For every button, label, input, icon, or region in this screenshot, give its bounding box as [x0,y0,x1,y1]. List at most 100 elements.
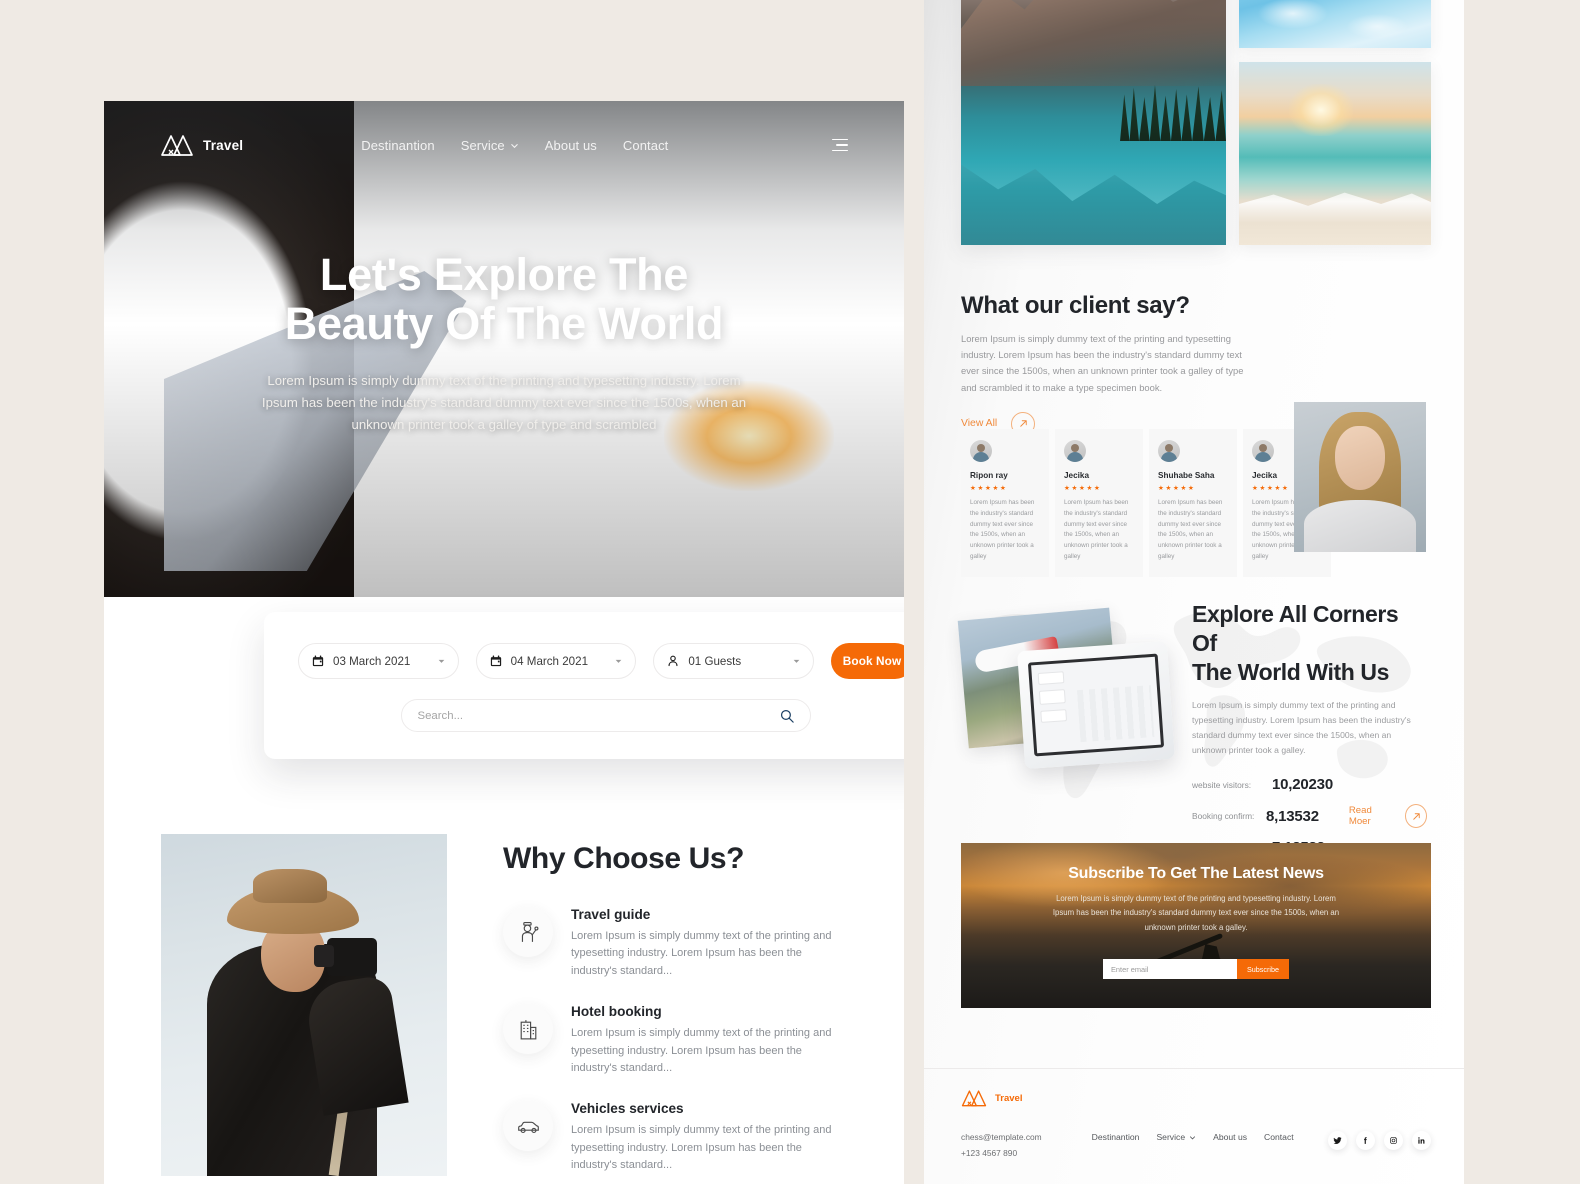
brand-logo[interactable]: Travel [160,132,243,158]
nav-item-service[interactable]: Service [461,138,519,153]
mountain-lake-photo[interactable] [961,0,1226,245]
explore-section: Explore All Corners Of The World With Us… [924,600,1464,867]
nav-item-label: Service [460,137,505,153]
footer-brand-name: Travel [995,1092,1023,1104]
search-input[interactable] [417,709,780,722]
top-visited-section: Top Visited Destination [104,1176,904,1184]
hotel-building-icon [503,1004,553,1055]
stat-label: Booking confirm: [1192,811,1255,822]
testimonial-text: Lorem Ipsum has been the industry's stan… [970,499,1035,561]
testimonial-card[interactable]: Shuhabe Saha ★★★★★ Lorem Ipsum has been … [1149,429,1237,577]
read-more-arrow-button[interactable] [1405,804,1427,829]
testimonial-card[interactable]: Jecika ★★★★★ Lorem Ipsum has been the in… [1055,429,1143,577]
subscribe-button[interactable]: Subscribe [1237,959,1289,980]
tablet-dashboard-mockup [1017,640,1175,770]
footer-link-service[interactable]: Service [1156,1132,1196,1142]
book-now-button[interactable]: Book Now [831,643,904,679]
testimonials-text: Lorem Ipsum is simply dummy text of the … [961,333,1244,393]
footer-link-about[interactable]: About us [1213,1132,1247,1142]
photographer-photo [161,834,447,1176]
nav-item-label: Destinantion [361,137,435,153]
client-portrait-photo [1294,402,1426,552]
avatar [1064,440,1086,462]
nav-item-label: About us [544,137,597,153]
stat-row-booking-confirm: Booking confirm: 8,13532 Read Moer [1192,804,1427,829]
chevron-down-icon [616,659,622,663]
nav-item-about[interactable]: About us [545,138,597,153]
camera-icon [314,938,377,976]
checkout-date-select[interactable]: 04 March 2021 [475,643,637,679]
subscribe-banner: Subscribe To Get The Latest News Lorem I… [961,843,1431,1008]
nav-links: Destinantion Service About us Contact [361,138,668,153]
hamburger-menu-icon[interactable] [832,138,848,152]
stat-label: website visitors: [1192,779,1252,790]
footer-link-contact[interactable]: Contact [1264,1132,1294,1142]
feature-title: Hotel booking [571,1004,662,1020]
stat-value: 8,13532 [1266,807,1319,825]
footer-brand-logo[interactable]: Travel [961,1088,1431,1108]
page-title: Let's Explore The Beauty Of The World [164,249,844,348]
footer-row: chess@template.com +123 4567 890 Destina… [961,1130,1431,1161]
why-choose-us-section: Why Choose Us? Travel guide Lorem Ipsum … [104,834,904,1176]
feature-item-hotel-booking: Hotel booking Lorem Ipsum is simply dumm… [503,1004,848,1077]
explore-visual [957,600,1186,780]
rating-stars: ★★★★★ [1064,485,1102,492]
nav-item-label: Contact [622,137,669,153]
instagram-icon[interactable] [1384,1131,1403,1150]
main-navbar: Travel Destinantion Service About us Con… [104,101,904,189]
footer-link-label: Destinantion [1091,1132,1140,1142]
footer-email[interactable]: chess@template.com [961,1130,1042,1146]
hero-title-line1: Let's Explore The [319,249,689,300]
explore-content: Explore All Corners Of The World With Us… [1186,600,1427,867]
chevron-down-icon [438,659,445,663]
rating-stars: ★★★★★ [1158,485,1196,492]
read-more-group: Read Moer [1349,804,1427,829]
portrait-face [1335,426,1385,490]
tablet-screen [1027,653,1165,757]
guests-value: 01 Guests [688,654,742,668]
testimonials-title: What our client say? [961,292,1190,319]
left-page-mockup: Travel Destinantion Service About us Con… [104,101,904,1184]
view-all-link[interactable]: View All [961,418,997,429]
testimonial-card[interactable]: Ripon ray ★★★★★ Lorem Ipsum has been the… [961,429,1049,577]
hero-copy: Let's Explore The Beauty Of The World Lo… [104,249,904,436]
guests-select[interactable]: 01 Guests [653,643,815,679]
glacier-ice-photo[interactable] [1239,0,1431,48]
booking-search-card: 03 March 2021 04 March 2021 01 Guests Bo… [264,612,904,759]
email-field[interactable] [1103,959,1237,980]
footer-divider [924,1068,1464,1069]
arrow-up-right-icon [1019,420,1027,427]
testimonial-text: Lorem Ipsum has been the industry's stan… [1158,499,1223,561]
arrow-up-right-icon [1412,812,1420,820]
read-more-link[interactable]: Read Moer [1349,805,1392,827]
booking-fields-row: 03 March 2021 04 March 2021 01 Guests Bo… [298,643,904,679]
top-visited-title: Top Visited Destination [160,1176,492,1184]
explore-title-line1: Explore All Corners Of [1192,601,1399,656]
search-icon[interactable] [780,709,794,723]
person-icon [668,655,678,667]
twitter-icon[interactable] [1328,1131,1347,1150]
nav-item-destination[interactable]: Destinantion [361,138,434,153]
dashboard-line-chart [1076,685,1155,743]
subscribe-content: Subscribe To Get The Latest News Lorem I… [961,843,1431,980]
kpi-tile [1040,709,1068,723]
beach-sunset-photo[interactable] [1239,62,1431,245]
photo-gallery [961,0,1431,250]
testimonial-name: Shuhabe Saha [1158,471,1215,480]
search-bar[interactable] [400,699,811,732]
footer-link-label: About us [1213,1132,1248,1142]
checkin-date-select[interactable]: 03 March 2021 [298,643,459,679]
explore-title-line2: The World With Us [1192,658,1389,685]
hero-subtitle: Lorem Ipsum is simply dummy text of the … [261,373,747,432]
footer-phone[interactable]: +123 4567 890 [961,1146,1042,1162]
subscribe-text: Lorem Ipsum is simply dummy text of the … [1052,894,1340,932]
feature-title: Vehicles services [571,1101,684,1117]
facebook-icon[interactable] [1356,1131,1375,1150]
checkin-date-value: 03 March 2021 [333,654,411,668]
nav-item-contact[interactable]: Contact [623,138,669,153]
linkedin-icon[interactable] [1412,1131,1431,1150]
footer-link-destination[interactable]: Destinantion [1092,1132,1140,1142]
testimonial-text: Lorem Ipsum has been the industry's stan… [1064,499,1129,561]
avatar [1158,440,1180,462]
calendar-icon [312,655,324,667]
